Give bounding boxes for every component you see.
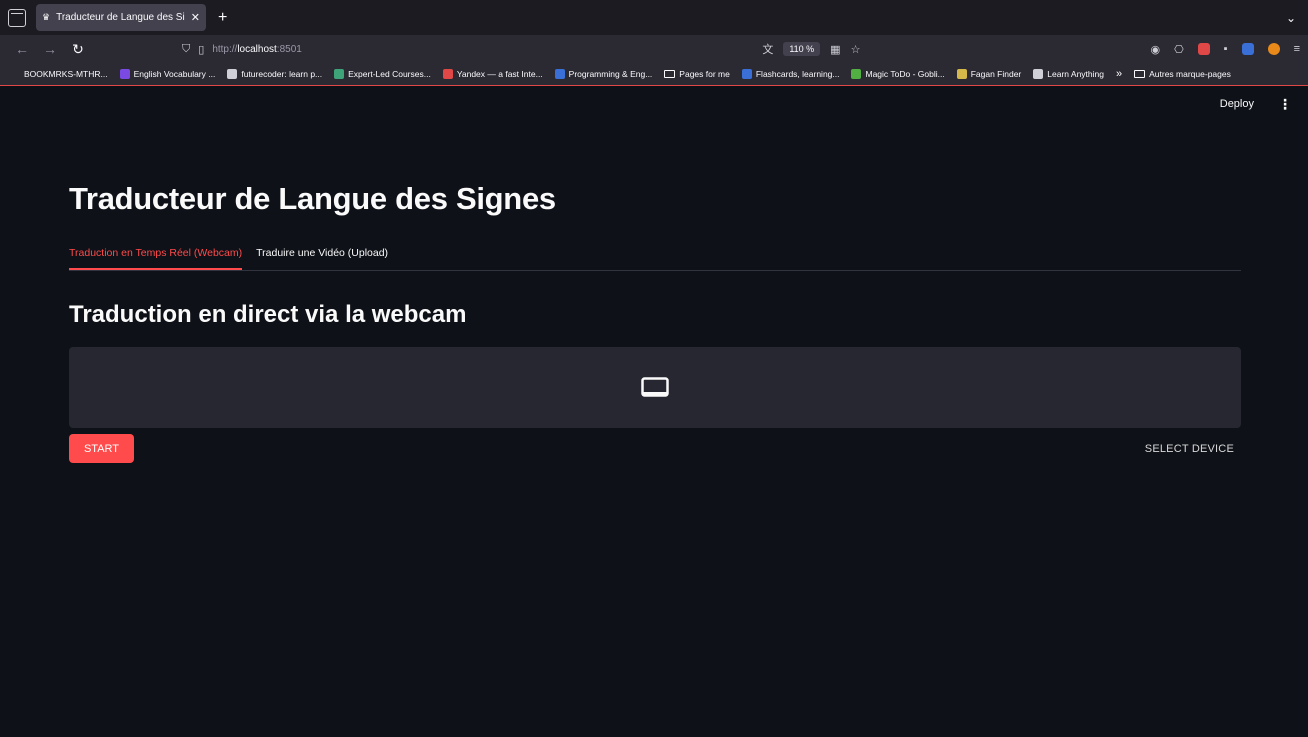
bookmark-item[interactable]: Flashcards, learning...: [741, 69, 840, 79]
monitor-icon: [641, 376, 669, 397]
qr-code-icon[interactable]: ▦: [830, 43, 840, 56]
start-button[interactable]: START: [69, 434, 134, 463]
account-icon[interactable]: ◉: [1150, 43, 1160, 56]
menu-icon[interactable]: ≡: [1294, 43, 1300, 55]
bookmarks-bar: BOOKMRKS-MTHR... English Vocabulary ... fu…: [0, 63, 1308, 86]
close-tab-icon[interactable]: ✕: [191, 11, 200, 24]
extension-red-icon[interactable]: [1197, 43, 1210, 55]
bookmark-label: Magic ToDo - Gobli...: [865, 69, 945, 79]
bookmark-label: Expert-Led Courses...: [348, 69, 431, 79]
bookmark-item[interactable]: Pages for me: [664, 69, 730, 79]
section-title: Traduction en direct via la webcam: [69, 301, 467, 328]
bookmark-item[interactable]: BOOKMRKS-MTHR...: [10, 69, 108, 79]
bookmark-favicon-icon: [1033, 69, 1044, 79]
crown-icon: ♛: [42, 12, 51, 22]
bookmark-label: BOOKMRKS-MTHR...: [24, 69, 108, 79]
bookmark-label: Fagan Finder: [970, 69, 1022, 79]
extension-blue-icon[interactable]: [1241, 43, 1254, 55]
bookmark-favicon-icon: [956, 69, 967, 79]
bookmark-item[interactable]: Expert-Led Courses...: [334, 69, 431, 79]
other-bookmarks-label: Autres marque-pages: [1149, 69, 1231, 79]
url-bar[interactable]: ⛉ ▯ http://localhost:8501 文 110 % ▦ ☆: [182, 38, 1150, 60]
folder-icon: [1134, 70, 1146, 78]
bookmark-item[interactable]: Fagan Finder: [956, 69, 1022, 79]
folder-icon: [664, 70, 676, 78]
url-actions: 文 110 % ▦ ☆: [762, 41, 860, 57]
bookmark-favicon-icon: [442, 69, 453, 79]
webcam-video-placeholder: [69, 347, 1241, 428]
more-options-icon[interactable]: ⋮: [1278, 96, 1292, 113]
bookmark-favicon-icon: [851, 69, 862, 79]
bookmark-label: English Vocabulary ...: [133, 69, 216, 79]
tab-list-icon[interactable]: [8, 8, 26, 27]
bookmark-item[interactable]: Programming & Eng...: [554, 69, 653, 79]
tab-webcam[interactable]: Traduction en Temps Réel (Webcam): [69, 247, 243, 270]
extension-orange-icon[interactable]: [1267, 43, 1280, 55]
url-text[interactable]: http://localhost:8501: [212, 44, 302, 55]
select-device-button[interactable]: SELECT DEVICE: [1145, 443, 1234, 455]
translate-icon[interactable]: 文: [762, 41, 773, 57]
bookmark-label: Learn Anything: [1047, 69, 1104, 79]
bookmark-favicon-icon: [334, 69, 345, 79]
bookmark-label: futurecoder: learn p...: [241, 69, 323, 79]
forward-arrow-icon[interactable]: →: [36, 41, 64, 57]
bookmark-label: Yandex — a fast Inte...: [456, 69, 543, 79]
grid-icon[interactable]: ▪: [1224, 43, 1228, 55]
new-tab-icon[interactable]: +: [218, 9, 227, 27]
bookmark-star-icon[interactable]: ☆: [851, 43, 861, 56]
deploy-button[interactable]: Deploy: [1220, 98, 1254, 110]
app-container: Deploy ⋮ Traducteur de Langue des Signes…: [0, 86, 1308, 737]
extensions-icon[interactable]: ⎔: [1174, 43, 1184, 56]
tab-list: Traduction en Temps Réel (Webcam) Tradui…: [69, 247, 1241, 271]
page-title: Traducteur de Langue des Signes: [69, 181, 556, 216]
bookmark-label: Programming & Eng...: [568, 69, 653, 79]
url-host: localhost: [237, 43, 277, 55]
tab-upload[interactable]: Traduire une Vidéo (Upload): [256, 247, 388, 270]
bookmark-item[interactable]: Yandex — a fast Inte...: [442, 69, 543, 79]
bookmark-item[interactable]: Learn Anything: [1033, 69, 1104, 79]
bookmark-favicon-icon: [10, 69, 20, 79]
tab-title: Traducteur de Langue des Signes: [56, 12, 185, 23]
bookmark-favicon-icon: [554, 69, 565, 79]
browser-tab[interactable]: ♛ Traducteur de Langue des Signes ✕: [36, 4, 206, 31]
bookmark-favicon-icon: [119, 69, 130, 79]
shield-icon[interactable]: ⛉: [182, 43, 190, 56]
main-content: Traducteur de Langue des Signes Traducti…: [69, 181, 1241, 463]
bookmark-label: Flashcards, learning...: [755, 69, 840, 79]
page-icon[interactable]: ▯: [198, 43, 204, 56]
reload-icon[interactable]: ↻: [64, 41, 92, 58]
bookmark-label: Pages for me: [679, 69, 730, 79]
zoom-level[interactable]: 110 %: [783, 42, 821, 56]
bookmark-favicon-icon: [227, 69, 238, 79]
webcam-controls: START SELECT DEVICE: [69, 434, 1241, 463]
url-port: :8501: [276, 43, 302, 55]
url-scheme: http://: [212, 43, 238, 55]
bookmark-item[interactable]: futurecoder: learn p...: [227, 69, 322, 79]
bookmark-favicon-icon: [741, 69, 752, 79]
bookmark-item[interactable]: English Vocabulary ...: [119, 69, 216, 79]
other-bookmarks[interactable]: Autres marque-pages: [1134, 69, 1231, 79]
bookmark-item[interactable]: Magic ToDo - Gobli...: [851, 69, 945, 79]
back-arrow-icon[interactable]: ←: [8, 41, 36, 57]
toolbar-icons: ◉ ⎔ ▪ ≡: [1150, 43, 1300, 56]
navigation-bar: ← → ↻ ⛉ ▯ http://localhost:8501 文 110 % …: [0, 35, 1308, 63]
browser-tab-bar: ♛ Traducteur de Langue des Signes ✕ + ⌄: [0, 0, 1308, 35]
bookmarks-overflow-icon[interactable]: »: [1116, 68, 1122, 80]
chevron-down-icon[interactable]: ⌄: [1286, 11, 1296, 25]
